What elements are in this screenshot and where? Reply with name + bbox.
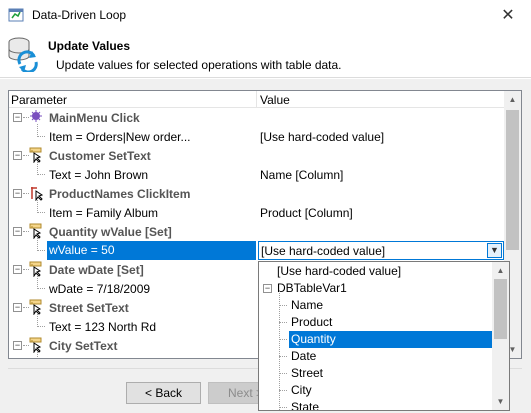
collapse-toggle-icon[interactable]: − <box>13 227 22 236</box>
dropdown-scrollbar[interactable]: ▲ ▼ <box>492 262 509 410</box>
title-bar: Data-Driven Loop ✕ <box>0 0 531 30</box>
scroll-thumb[interactable] <box>506 110 519 250</box>
wizard-header: Update Values Update values for selected… <box>0 30 531 78</box>
cursor-text-icon <box>29 261 45 278</box>
parameter-label: Item = Orders|New order... <box>49 130 191 144</box>
operation-row[interactable]: − Quantity wValue [Set] <box>9 222 505 241</box>
tree-connector <box>37 326 45 327</box>
cursor-text-icon <box>29 337 45 354</box>
value-combobox[interactable]: [Use hard-coded value] ▼ <box>258 241 504 260</box>
scroll-up-icon[interactable]: ▲ <box>504 91 521 108</box>
menu-click-icon <box>29 109 45 125</box>
tree-connector <box>279 373 287 374</box>
tree-connector <box>279 407 287 408</box>
tree-connector <box>279 356 287 357</box>
collapse-toggle-icon[interactable]: − <box>13 341 22 350</box>
collapse-toggle-icon[interactable]: − <box>13 265 22 274</box>
chevron-down-icon[interactable]: ▼ <box>487 243 502 258</box>
parameter-label: wDate = 7/18/2009 <box>49 282 151 296</box>
dropdown-scroll-thumb[interactable] <box>494 279 507 339</box>
parameter-value[interactable]: Name [Column] <box>260 168 343 182</box>
column-header-value[interactable]: Value <box>260 93 290 107</box>
operation-label: Street SetText <box>49 301 129 315</box>
database-refresh-icon <box>8 37 38 72</box>
close-icon: ✕ <box>501 7 515 24</box>
dropdown-item[interactable]: Name <box>289 297 492 314</box>
tree-connector <box>37 174 45 175</box>
parameter-value[interactable]: Product [Column] <box>260 206 353 220</box>
parameter-label: Text = 123 North Rd <box>49 320 157 334</box>
operation-label: MainMenu Click <box>49 111 140 125</box>
dropdown-item[interactable]: Quantity <box>289 331 492 348</box>
page-title: Update Values <box>48 39 131 53</box>
grid-header: Parameter Value <box>9 91 505 108</box>
parameter-label: Item = Family Album <box>49 206 159 220</box>
back-button-label: < Back <box>144 386 183 400</box>
collapse-toggle-icon[interactable]: − <box>13 303 22 312</box>
dropdown-item[interactable]: [Use hard-coded value] <box>275 263 492 280</box>
click-item-icon <box>29 185 45 202</box>
operation-row[interactable]: − Customer SetText <box>9 146 505 165</box>
tree-connector <box>279 322 287 323</box>
operation-label: Quantity wValue [Set] <box>49 225 172 239</box>
cursor-text-icon <box>29 223 45 240</box>
parameter-row[interactable]: Item = Orders|New order... [Use hard-code… <box>9 124 505 146</box>
operation-label: ProductNames ClickItem <box>49 187 191 201</box>
value-dropdown-list[interactable]: [Use hard-coded value] DBTableVar1− Name Pr… <box>258 261 510 411</box>
parameter-row[interactable]: Text = John Brown Name [Column] <box>9 162 505 184</box>
dropdown-item[interactable]: State <box>289 399 492 410</box>
tree-connector <box>37 250 45 251</box>
tree-connector <box>279 290 280 410</box>
tree-connector <box>37 288 45 289</box>
column-divider[interactable] <box>256 91 257 108</box>
collapse-toggle-icon[interactable]: − <box>13 151 22 160</box>
dropdown-item[interactable]: City <box>289 382 492 399</box>
window-title: Data-Driven Loop <box>32 8 127 22</box>
dropdown-scroll-down-icon[interactable]: ▼ <box>492 393 509 410</box>
dropdown-item[interactable]: Street <box>289 365 492 382</box>
dropdown-scroll-up-icon[interactable]: ▲ <box>492 262 509 279</box>
collapse-toggle-icon[interactable]: − <box>13 189 22 198</box>
parameter-row[interactable]: Item = Family Album Product [Column] <box>9 200 505 222</box>
tree-connector <box>279 339 287 340</box>
page-subtitle: Update values for selected operations wi… <box>56 58 342 72</box>
tree-connector <box>37 136 45 137</box>
tree-connector <box>37 352 38 358</box>
operation-label: Date wDate [Set] <box>49 263 144 277</box>
operation-label: City SetText <box>49 339 118 353</box>
cursor-text-icon <box>29 147 45 164</box>
tree-connector <box>279 390 287 391</box>
operation-row[interactable]: − MainMenu Click <box>9 108 505 127</box>
operation-label: Customer SetText <box>49 149 151 163</box>
cursor-text-icon <box>29 299 45 316</box>
collapse-toggle-icon[interactable]: − <box>263 284 272 293</box>
back-button[interactable]: < Back <box>126 382 201 404</box>
parameter-label: wValue = 50 <box>47 241 256 260</box>
parameter-label: Text = Greenv... <box>49 358 133 359</box>
parameter-label: Text = John Brown <box>49 168 149 182</box>
parameter-row[interactable]: wValue = 50 [Use hard-coded value] ▼ <box>9 238 505 260</box>
column-header-parameter[interactable]: Parameter <box>11 93 67 107</box>
operation-row[interactable]: − ProductNames ClickItem <box>9 184 505 203</box>
dropdown-item[interactable]: Product <box>289 314 492 331</box>
parameter-value[interactable]: [Use hard-coded value] <box>260 130 384 144</box>
dropdown-item[interactable]: DBTableVar1 <box>275 280 492 297</box>
combobox-value: [Use hard-coded value] <box>261 244 386 258</box>
loop-app-icon <box>8 8 24 22</box>
close-button[interactable]: ✕ <box>485 0 531 30</box>
tree-connector <box>279 305 287 306</box>
collapse-toggle-icon[interactable]: − <box>13 113 22 122</box>
tree-connector <box>37 212 45 213</box>
dropdown-item[interactable]: Date <box>289 348 492 365</box>
